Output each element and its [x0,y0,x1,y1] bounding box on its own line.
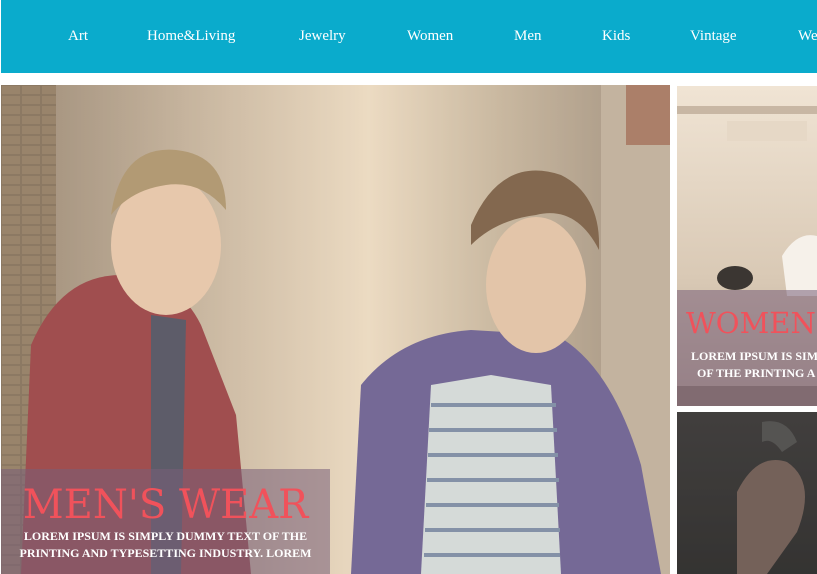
top-navigation-bar: Art Home&Living Jewelry Women Men Kids V… [1,0,817,73]
mens-wear-caption: MEN'S WEAR LOREM IPSUM IS SIMPLY DUMMY T… [1,469,330,574]
womens-wear-caption: WOMEN' LOREM IPSUM IS SIM OF THE PRINTIN… [677,290,817,406]
nav-item-vintage[interactable]: Vintage [690,28,737,45]
nav-item-jewelry[interactable]: Jewelry [299,28,346,45]
nav-item-kids[interactable]: Kids [602,28,630,45]
nav-item-men[interactable]: Men [514,28,542,45]
nav-item-art[interactable]: Art [68,28,88,45]
womens-wear-banner[interactable]: WOMEN' LOREM IPSUM IS SIM OF THE PRINTIN… [677,86,817,406]
mens-wear-text-line-1: LOREM IPSUM IS SIMPLY DUMMY TEXT OF THE [23,529,308,543]
womens-wear-text-line-1: LOREM IPSUM IS SIM [691,349,817,363]
nav-item-home-living[interactable]: Home&Living [147,28,235,45]
mens-wear-text-line-2: PRINTING AND TYPESETTING INDUSTRY. LOREM [19,546,312,560]
accessories-photo [677,412,817,574]
nav-item-women[interactable]: Women [407,28,453,45]
nav-item-we[interactable]: We [798,28,817,45]
womens-wear-text-line-2: OF THE PRINTING A [697,366,816,380]
accessories-banner[interactable] [677,412,817,574]
mens-wear-banner[interactable]: MEN'S WEAR LOREM IPSUM IS SIMPLY DUMMY T… [1,85,670,574]
womens-wear-title: WOMEN' [686,306,817,340]
mens-wear-title: MEN'S WEAR [22,482,309,528]
